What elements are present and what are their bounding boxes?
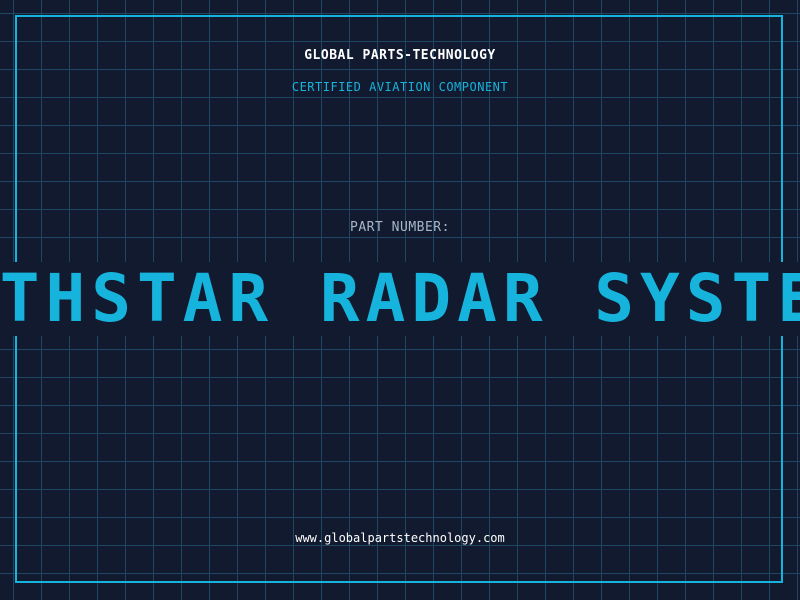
part-display-screen: GLOBAL PARTS-TECHNOLOGY CERTIFIED AVIATI… — [0, 0, 800, 600]
part-number-banner: RTHSTAR RADAR SYSTE — [0, 262, 800, 336]
part-number-label: PART NUMBER: — [350, 220, 450, 235]
certification-subtitle: CERTIFIED AVIATION COMPONENT — [291, 80, 509, 94]
website-url: www.globalpartstechnology.com — [295, 531, 505, 545]
company-name: GLOBAL PARTS-TECHNOLOGY — [304, 48, 496, 63]
part-number-value: RTHSTAR RADAR SYSTE — [0, 262, 800, 336]
